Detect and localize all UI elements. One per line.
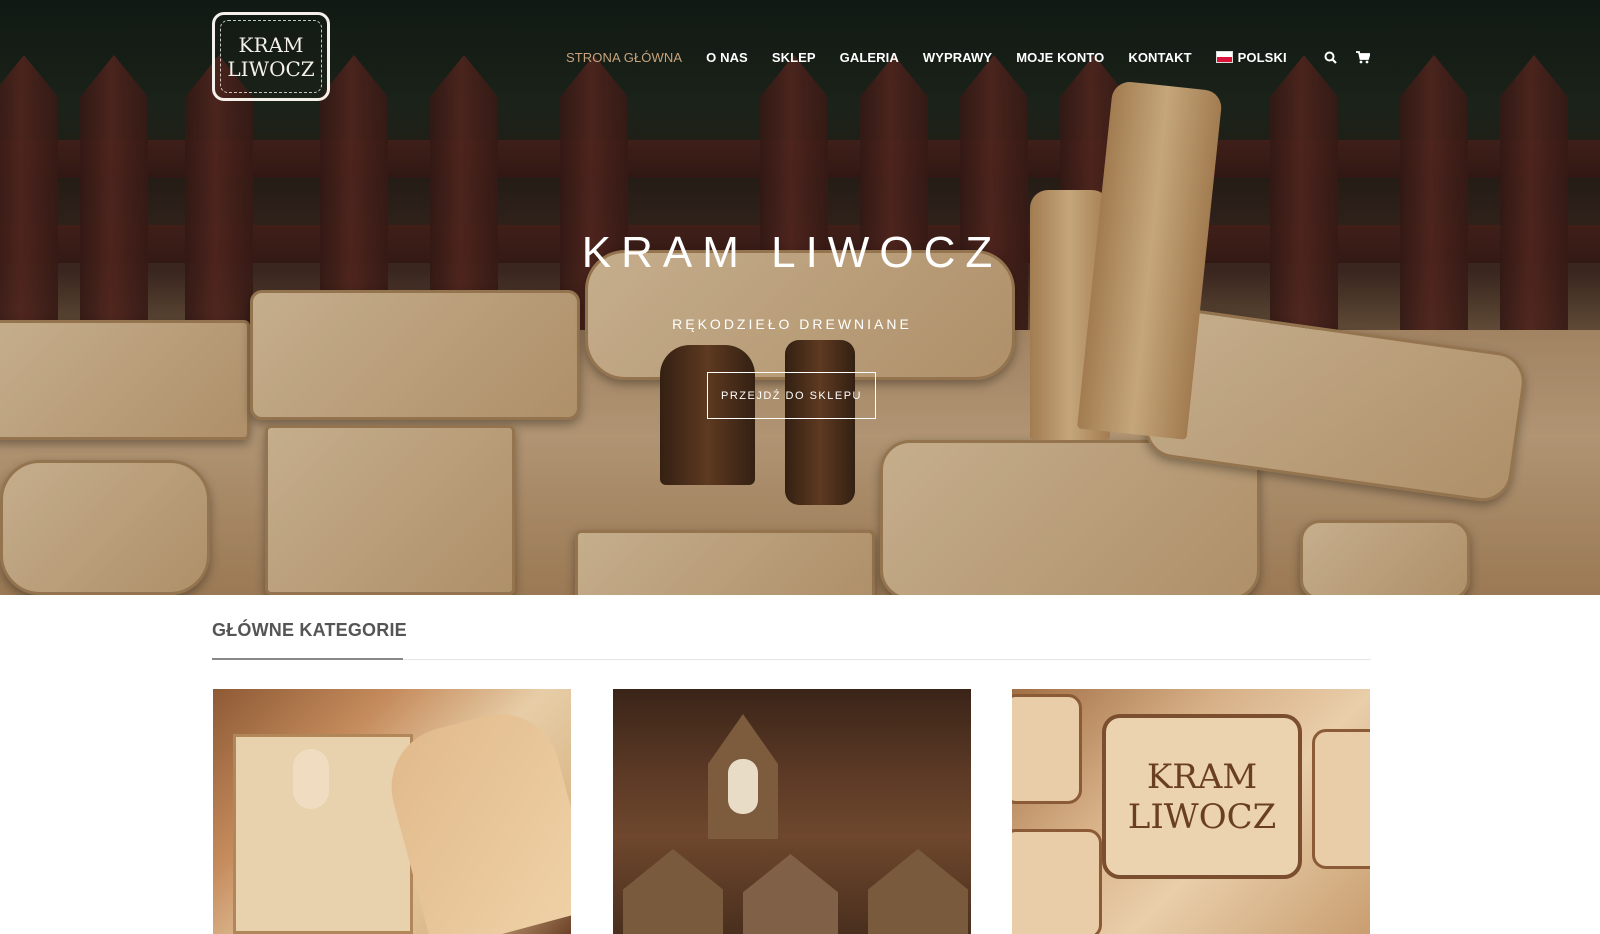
birdhouse-image <box>868 849 968 934</box>
nav-item-about[interactable]: O NAS <box>706 50 748 65</box>
go-to-shop-button[interactable]: PRZEJDŹ DO SKLEPU <box>707 372 876 419</box>
wooden-tag-image <box>1012 829 1102 934</box>
nav-item-expeditions[interactable]: WYPRAWY <box>923 50 992 65</box>
hero-title: KRAM LIWOCZ <box>581 228 1003 277</box>
wooden-tag-image <box>1312 729 1370 869</box>
category-card-3[interactable]: KRAM LIWOCZ <box>1012 689 1370 934</box>
language-label: POLSKI <box>1237 49 1287 65</box>
cart-icon[interactable] <box>1355 49 1371 65</box>
category-card-1[interactable] <box>213 689 571 934</box>
tag-text-line1: KRAM <box>1146 756 1258 797</box>
wooden-tag-image <box>1012 694 1082 804</box>
nav-item-gallery[interactable]: GALERIA <box>840 50 899 65</box>
carved-face-image <box>293 749 329 809</box>
birdhouse-image <box>743 854 838 934</box>
logo-text-line1: KRAM <box>238 32 304 57</box>
main-nav: STRONA GŁÓWNA O NAS SKLEP GALERIA WYPRAW… <box>566 48 1371 66</box>
section-divider <box>403 659 1371 660</box>
section-title: GŁÓWNE KATEGORIE <box>212 620 407 640</box>
section-title-underline <box>212 658 403 660</box>
logo-text-line2: LIWOCZ <box>227 56 315 81</box>
nav-item-my-account[interactable]: MOJE KONTO <box>1016 50 1104 65</box>
shrine-figure-image <box>728 759 758 814</box>
poland-flag-icon <box>1215 51 1233 63</box>
nav-item-shop[interactable]: SKLEP <box>772 50 816 65</box>
nav-item-home[interactable]: STRONA GŁÓWNA <box>566 50 682 65</box>
search-icon[interactable] <box>1323 49 1339 65</box>
birdhouse-image <box>623 849 723 934</box>
category-card-2[interactable] <box>613 689 971 934</box>
site-logo[interactable]: KRAM LIWOCZ <box>212 12 330 101</box>
hero-banner: KRAM LIWOCZ STRONA GŁÓWNA O NAS SKLEP GA… <box>0 0 1600 595</box>
hero-subtitle: RĘKODZIEŁO DREWNIANE <box>672 316 912 332</box>
engraved-logo-tag: KRAM LIWOCZ <box>1102 714 1302 879</box>
language-selector[interactable]: POLSKI <box>1215 49 1287 65</box>
nav-item-contact[interactable]: KONTAKT <box>1128 50 1191 65</box>
tag-text-line2: LIWOCZ <box>1127 796 1277 837</box>
